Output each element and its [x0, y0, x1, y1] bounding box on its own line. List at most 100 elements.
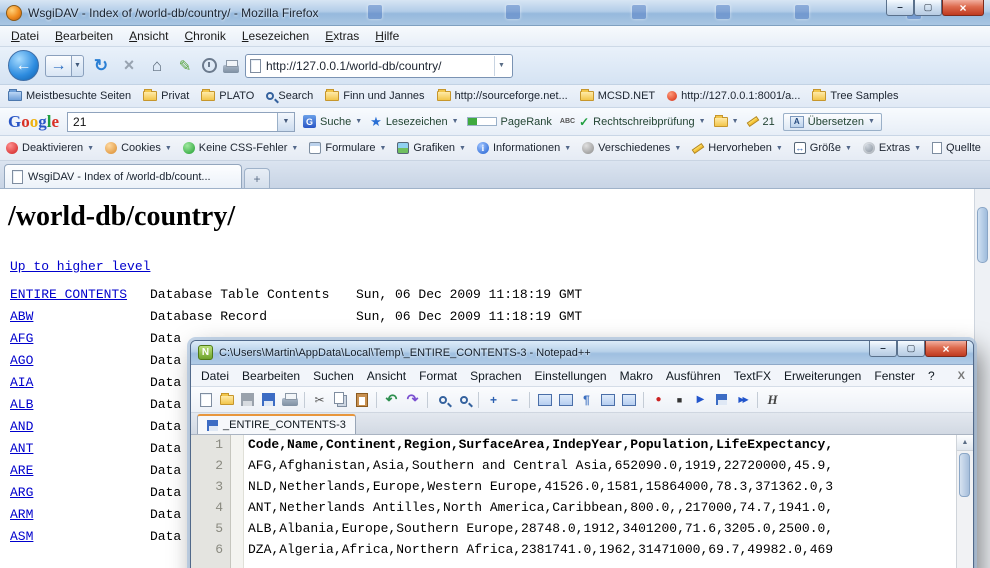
entry-link[interactable]: AIA	[10, 375, 33, 390]
pagerank-indicator[interactable]: PageRank	[467, 116, 552, 128]
entry-link[interactable]: ANT	[10, 441, 33, 456]
scroll-up-icon[interactable]	[957, 435, 973, 451]
home-button[interactable]	[146, 56, 168, 76]
history-dropdown-icon[interactable]	[71, 55, 84, 77]
new-tab-button[interactable]	[244, 168, 270, 188]
doc-close-icon[interactable]	[958, 370, 965, 382]
up-to-higher-level-link[interactable]: Up to higher level	[10, 259, 150, 274]
cut-icon[interactable]	[310, 390, 329, 409]
close-button[interactable]	[942, 0, 984, 16]
menu-datei[interactable]: Datei	[4, 27, 46, 45]
npp-menu-help[interactable]: ?	[922, 367, 941, 385]
html-preview-icon[interactable]	[763, 390, 782, 409]
print-icon[interactable]	[223, 65, 239, 73]
save-macro-icon[interactable]	[712, 390, 731, 409]
redo-icon[interactable]	[403, 390, 422, 409]
devtool-extras[interactable]: Extras	[863, 142, 921, 154]
menu-chronik[interactable]: Chronik	[177, 27, 232, 45]
entry-link[interactable]: AFG	[10, 331, 33, 346]
scrollbar-thumb[interactable]	[959, 453, 970, 497]
text-area[interactable]: Code,Name,Continent,Region,SurfaceArea,I…	[244, 435, 956, 568]
entry-link[interactable]: ALB	[10, 397, 33, 412]
npp-menu-ansicht[interactable]: Ansicht	[361, 367, 412, 385]
bookmark-meistbesuchte[interactable]: Meistbesuchte Seiten	[8, 90, 131, 102]
scrollbar-thumb[interactable]	[977, 207, 988, 263]
npp-menu-bearbeiten[interactable]: Bearbeiten	[236, 367, 306, 385]
close-button[interactable]	[925, 341, 967, 357]
google-lesezeichen-button[interactable]: Lesezeichen	[370, 114, 458, 130]
bookmark-search[interactable]: Search	[266, 90, 313, 102]
minimize-button[interactable]	[869, 341, 897, 357]
undo-icon[interactable]	[382, 390, 401, 409]
minimize-button[interactable]	[886, 0, 914, 16]
menu-lesezeichen[interactable]: Lesezeichen	[235, 27, 316, 45]
devtool-grafiken[interactable]: Grafiken	[397, 142, 466, 154]
forward-button[interactable]	[45, 55, 71, 77]
run-macro-multiple-icon[interactable]	[733, 390, 752, 409]
bookmark-finn-und-jannes[interactable]: Finn und Jannes	[325, 90, 424, 102]
sync-horizontal-scroll-icon[interactable]	[556, 390, 575, 409]
npp-menu-fenster[interactable]: Fenster	[868, 367, 921, 385]
editor-area[interactable]: 1 2 3 4 5 6 Code,Name,Continent,Region,S…	[191, 435, 973, 568]
zoom-in-icon[interactable]	[484, 390, 503, 409]
devtool-verschiedenes[interactable]: Verschiedenes	[582, 142, 681, 154]
npp-menu-textfx[interactable]: TextFX	[728, 367, 777, 385]
entry-link[interactable]: AND	[10, 419, 33, 434]
back-button[interactable]	[8, 50, 39, 81]
npp-menu-datei[interactable]: Datei	[195, 367, 235, 385]
entry-link[interactable]: ENTIRE CONTENTS	[10, 287, 127, 302]
replace-icon[interactable]	[454, 390, 473, 409]
reload-button[interactable]	[90, 56, 112, 76]
show-all-characters-icon[interactable]	[577, 390, 596, 409]
npp-menu-erweiterungen[interactable]: Erweiterungen	[778, 367, 867, 385]
sync-vertical-scroll-icon[interactable]	[535, 390, 554, 409]
zoom-out-icon[interactable]	[505, 390, 524, 409]
npp-menu-einstellungen[interactable]: Einstellungen	[529, 367, 613, 385]
maximize-button[interactable]	[914, 0, 942, 16]
notepadpp-titlebar[interactable]: C:\Users\Martin\AppData\Local\Temp\_ENTI…	[191, 341, 973, 365]
menu-extras[interactable]: Extras	[318, 27, 366, 45]
google-folder-button[interactable]	[714, 117, 739, 127]
stop-button[interactable]	[118, 55, 140, 76]
google-suche-button[interactable]: Suche	[303, 115, 362, 128]
editor-scrollbar[interactable]	[956, 435, 973, 568]
copy-icon[interactable]	[331, 390, 350, 409]
npp-menu-format[interactable]: Format	[413, 367, 463, 385]
history-clock-icon[interactable]	[202, 58, 217, 73]
print-icon[interactable]	[280, 390, 299, 409]
firefox-titlebar[interactable]: WsgiDAV - Index of /world-db/country/ - …	[0, 0, 990, 26]
save-all-icon[interactable]	[259, 390, 278, 409]
devtool-groesse[interactable]: Größe	[794, 142, 852, 154]
devtool-informationen[interactable]: Informationen	[477, 142, 571, 154]
save-icon[interactable]	[238, 390, 257, 409]
devtool-cookies[interactable]: Cookies	[105, 142, 172, 154]
open-file-icon[interactable]	[217, 390, 236, 409]
entry-link[interactable]: AGO	[10, 353, 33, 368]
menu-hilfe[interactable]: Hilfe	[368, 27, 406, 45]
entry-link[interactable]: ARE	[10, 463, 33, 478]
highlight-button[interactable]: 21	[747, 116, 775, 128]
devtool-formulare[interactable]: Formulare	[309, 142, 386, 154]
tab-wsgidav[interactable]: WsgiDAV - Index of /world-db/count...	[4, 164, 242, 188]
record-macro-icon[interactable]	[649, 390, 668, 409]
indent-guide-icon[interactable]	[619, 390, 638, 409]
content-scrollbar[interactable]	[974, 189, 990, 568]
spellcheck-button[interactable]: ABCRechtschreibprüfung	[560, 115, 706, 129]
new-file-icon[interactable]	[196, 390, 215, 409]
menu-ansicht[interactable]: Ansicht	[122, 27, 175, 45]
paste-icon[interactable]	[352, 390, 371, 409]
maximize-button[interactable]	[897, 341, 925, 357]
translate-button[interactable]: Übersetzen	[783, 113, 882, 131]
devtool-hervorheben[interactable]: Hervorheben	[692, 142, 783, 154]
npp-menu-makro[interactable]: Makro	[614, 367, 659, 385]
search-history-dropdown-icon[interactable]	[277, 113, 294, 131]
devtool-quelltext[interactable]: Quellte	[932, 142, 981, 154]
devtool-deaktivieren[interactable]: Deaktivieren	[6, 142, 94, 154]
document-tab[interactable]: _ENTIRE_CONTENTS-3	[197, 414, 356, 434]
npp-menu-sprachen[interactable]: Sprachen	[464, 367, 527, 385]
play-macro-icon[interactable]	[691, 390, 710, 409]
url-dropdown-icon[interactable]	[494, 56, 508, 76]
google-search-value[interactable]: 21	[68, 115, 277, 129]
url-input[interactable]: http://127.0.0.1/world-db/country/	[266, 59, 489, 73]
devtool-css[interactable]: Keine CSS-Fehler	[183, 142, 299, 154]
